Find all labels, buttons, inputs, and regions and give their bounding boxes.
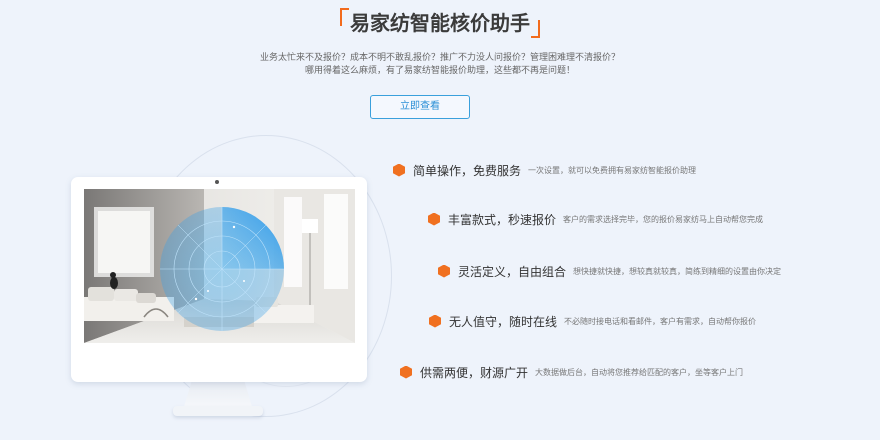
page-title-text: 易家纺智能核价助手 <box>350 11 530 35</box>
feature-item-4: 无人值守，随时在线 不必随时接电话和看邮件，客户有需求，自动帮你报价 <box>429 312 756 330</box>
subtitle-line-2: 哪用得着这么麻烦，有了易家纺智能报价助理，这些都不再是问题！ <box>304 66 575 76</box>
title-bracket-left <box>340 8 349 26</box>
hexagon-bullet-icon <box>429 314 441 328</box>
feature-desc: 不必随时接电话和看邮件，客户有需求，自动帮你报价 <box>564 316 757 326</box>
title-area: 易家纺智能核价助手 <box>0 6 880 40</box>
subtitle-line-1: 业务太忙来不及报价？成本不明不敢乱报价？推广不力没人问报价？管理困难理不清报价？ <box>259 53 620 63</box>
title-bracket-right <box>531 20 540 38</box>
feature-title: 灵活定义，自由组合 <box>458 264 567 279</box>
feature-item-5: 供需两便，财源广开 大数据做后台，自动将您推荐给匹配的客户，坐等客户上门 <box>400 363 743 381</box>
feature-desc: 大数据做后台，自动将您推荐给匹配的客户，坐等客户上门 <box>535 367 744 377</box>
hexagon-bullet-icon <box>428 212 440 226</box>
feature-item-1: 简单操作，免费服务 一次设置，就可以免费拥有易家纺智能报价助理 <box>393 161 696 179</box>
camera-dot <box>215 180 219 184</box>
monitor <box>71 177 367 382</box>
room-radar-illustration <box>84 189 355 343</box>
view-now-button[interactable]: 立即查看 <box>370 95 470 119</box>
feature-title: 丰富款式，秒速报价 <box>448 212 557 227</box>
feature-item-2: 丰富款式，秒速报价 客户的需求选择完毕，您的报价易家纺马上自动帮您完成 <box>428 210 763 228</box>
page-title: 易家纺智能核价助手 <box>340 6 540 40</box>
hexagon-bullet-icon <box>400 365 412 379</box>
feature-item-3: 灵活定义，自由组合 想快捷就快捷，想较真就较真，简练到精细的设置由你决定 <box>438 262 781 280</box>
hexagon-bullet-icon <box>393 163 405 177</box>
feature-desc: 一次设置，就可以免费拥有易家纺智能报价助理 <box>528 165 697 175</box>
monitor-screen <box>84 189 355 343</box>
feature-title: 供需两便，财源广开 <box>420 365 529 380</box>
feature-title: 简单操作，免费服务 <box>413 163 522 178</box>
feature-desc: 客户的需求选择完毕，您的报价易家纺马上自动帮您完成 <box>563 214 764 224</box>
feature-desc: 想快捷就快捷，想较真就较真，简练到精细的设置由你决定 <box>573 266 782 276</box>
hexagon-bullet-icon <box>438 264 450 278</box>
feature-title: 无人值守，随时在线 <box>449 314 558 329</box>
monitor-stand-base <box>173 406 263 416</box>
